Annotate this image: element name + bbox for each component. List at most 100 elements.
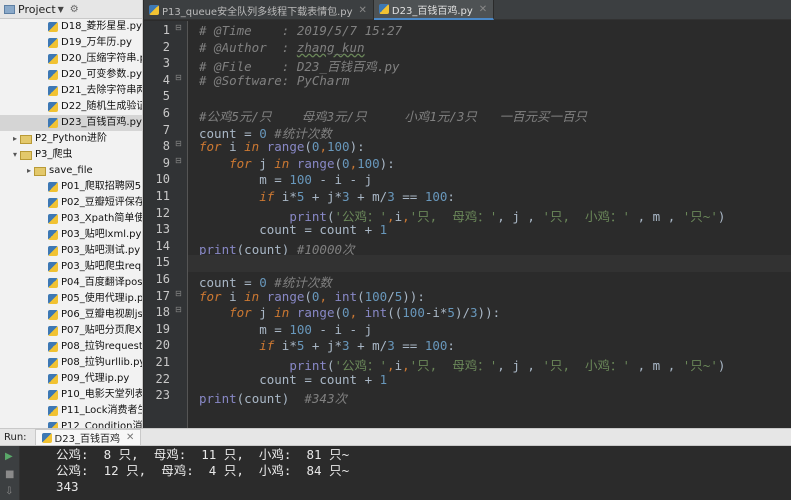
chevron-right-icon[interactable]: ▸: [10, 131, 20, 147]
tree-file[interactable]: P12_Condition消费者: [0, 419, 142, 428]
tree-file[interactable]: P05_使用代理ip.py: [0, 291, 142, 307]
gutter-row[interactable]: 10: [144, 172, 187, 189]
tree-file[interactable]: P03_Xpath简单使用: [0, 211, 142, 227]
gutter-row[interactable]: 14: [144, 239, 187, 256]
gear-icon[interactable]: ⚙: [70, 4, 79, 15]
code-line[interactable]: print('公鸡：',i,'只, 母鸡：', j , '只, 小鸡：' , m…: [188, 355, 791, 373]
gutter-row[interactable]: 20: [144, 338, 187, 355]
code-line[interactable]: count = count + 1: [188, 222, 791, 239]
close-icon[interactable]: ✕: [126, 432, 134, 443]
rerun-icon[interactable]: ▶: [5, 451, 13, 462]
tree-folder[interactable]: ▸ P2_Python进阶: [0, 131, 142, 147]
code-line[interactable]: for i in range(0,100):: [188, 139, 791, 156]
code-line[interactable]: if i*5 + j*3 + m/3 == 100:: [188, 338, 791, 355]
tree-file[interactable]: D22_随机生成验证码: [0, 99, 142, 115]
code-line[interactable]: # @Author : zhang_kun: [188, 40, 791, 57]
tree-item-label: D22_随机生成验证码: [61, 101, 142, 112]
tree-file[interactable]: P07_贴吧分页爬Xpath: [0, 323, 142, 339]
chevron-down-icon[interactable]: ▾: [10, 147, 20, 163]
code-line[interactable]: for j in range(0, int((100-i*5)/3)):: [188, 305, 791, 322]
tree-file[interactable]: P09_代理ip.py: [0, 371, 142, 387]
code-line[interactable]: if i*5 + j*3 + m/3 == 100:: [188, 189, 791, 206]
gutter-row[interactable]: 1 ⊟: [144, 23, 187, 40]
gutter-row[interactable]: 16: [144, 272, 187, 289]
gutter-row[interactable]: 11: [144, 189, 187, 206]
tree-file[interactable]: P03_贴吧lxml.py: [0, 227, 142, 243]
tree-file[interactable]: P08_拉钩urllib.py: [0, 355, 142, 371]
gutter-row[interactable]: 9 ⊟: [144, 156, 187, 173]
stop-icon[interactable]: ■: [5, 469, 14, 480]
code-line[interactable]: for j in range(0,100):: [188, 156, 791, 173]
console-output[interactable]: 公鸡: 8 只, 母鸡: 11 只, 小鸡: 81 只~ 公鸡: 12 只, 母鸡…: [56, 447, 791, 495]
tree-file[interactable]: P06_豆瓣电视剧json: [0, 307, 142, 323]
tree-file[interactable]: P03_贴吧爬虫requests: [0, 259, 142, 275]
fold-icon[interactable]: ⊟: [175, 156, 182, 165]
code-line[interactable]: [188, 89, 791, 106]
gutter-row[interactable]: 4 ⊟: [144, 73, 187, 90]
gutter-row[interactable]: 8 ⊟: [144, 139, 187, 156]
code-line[interactable]: # @File : D23_百钱百鸡.py: [188, 56, 791, 74]
code-line[interactable]: print('公鸡：',i,'只, 母鸡：', j , '只, 小鸡：' , m…: [188, 206, 791, 224]
code-line[interactable]: count = count + 1: [188, 372, 791, 389]
gutter-row[interactable]: 3: [144, 56, 187, 73]
gutter-row[interactable]: 22: [144, 372, 187, 389]
gutter-row[interactable]: 19: [144, 322, 187, 339]
tree-file[interactable]: D20_可变参数.py: [0, 67, 142, 83]
fold-icon[interactable]: ⊟: [175, 23, 182, 32]
code-line[interactable]: [188, 255, 791, 272]
code-line[interactable]: count = 0 #统计次数: [188, 123, 791, 141]
code-token: (: [304, 288, 312, 304]
chevron-down-icon[interactable]: ▼: [58, 5, 64, 14]
tree-file[interactable]: P03_贴吧测试.py: [0, 243, 142, 259]
gutter-row[interactable]: 7: [144, 123, 187, 140]
code-line[interactable]: # @Time : 2019/5/7 15:27: [188, 23, 791, 40]
tree-file[interactable]: P02_豆瓣短评保存.py: [0, 195, 142, 211]
gutter-row[interactable]: 18 ⊟: [144, 305, 187, 322]
gutter-row[interactable]: 12: [144, 206, 187, 223]
tree-file[interactable]: D23_百钱百鸡.py: [0, 115, 142, 131]
gutter-row[interactable]: 5: [144, 89, 187, 106]
gutter-row[interactable]: 17 ⊟: [144, 289, 187, 306]
editor-tab[interactable]: P13_queue安全队列多线程下载表情包.py ✕: [144, 0, 374, 20]
chevron-right-icon[interactable]: ▸: [24, 163, 34, 179]
project-panel-header[interactable]: Project ▼ ⚙: [0, 0, 142, 19]
code-line[interactable]: m = 100 - i - j: [188, 322, 791, 339]
gutter-row[interactable]: 23: [144, 388, 187, 405]
fold-icon[interactable]: ⊟: [175, 305, 182, 314]
gutter-row[interactable]: 21: [144, 355, 187, 372]
tree-folder[interactable]: ▸ save_file: [0, 163, 142, 179]
gutter-row[interactable]: 15: [144, 255, 187, 272]
tree-file[interactable]: P04_百度翻译post请求: [0, 275, 142, 291]
code-line[interactable]: # @Software: PyCharm: [188, 73, 791, 90]
code-line[interactable]: m = 100 - i - j: [188, 172, 791, 189]
tree-file[interactable]: P11_Lock消费者生产者: [0, 403, 142, 419]
close-icon[interactable]: ✕: [359, 5, 367, 16]
code-area[interactable]: # @Time : 2019/5/7 15:27 # @Author : zhan…: [188, 21, 791, 428]
gutter-row[interactable]: 13: [144, 222, 187, 239]
code-line[interactable]: for i in range(0, int(100/5)):: [188, 289, 791, 306]
tree-file[interactable]: P10_电影天堂列表页: [0, 387, 142, 403]
tree-file[interactable]: P01_爬取招聘网51job: [0, 179, 142, 195]
fold-icon[interactable]: ⊟: [175, 73, 182, 82]
tree-file[interactable]: P08_拉钩requests.py: [0, 339, 142, 355]
code-line[interactable]: print(count) #10000次: [188, 239, 791, 257]
fold-icon[interactable]: ⊟: [175, 139, 182, 148]
tree-file[interactable]: D18_菱形星星.py: [0, 19, 142, 35]
close-icon[interactable]: ✕: [479, 4, 487, 15]
tree-item-label: D18_菱形星星.py: [61, 21, 142, 32]
code-editor[interactable]: 1 ⊟ 2 3 4 ⊟ 5 6 7 8 ⊟ 9 ⊟ 10 11 12 13 14 15 16 17 ⊟ 18 ⊟ 19 20 21 2…: [144, 21, 791, 428]
tree-file[interactable]: D20_压缩字符串.py: [0, 51, 142, 67]
code-line[interactable]: #公鸡5元/只 母鸡3元/只 小鸡1元/3只 一百元买一百只: [188, 106, 791, 124]
gutter-row[interactable]: 2: [144, 40, 187, 57]
gutter-row[interactable]: 6: [144, 106, 187, 123]
tree-folder[interactable]: ▾ P3_爬虫: [0, 147, 142, 163]
fold-icon[interactable]: ⊟: [175, 289, 182, 298]
tree-file[interactable]: D21_去除字符串两端: [0, 83, 142, 99]
editor-tab[interactable]: D23_百钱百鸡.py ✕: [373, 0, 495, 20]
tree-file[interactable]: D19_万年历.py: [0, 35, 142, 51]
run-tab[interactable]: D23_百钱百鸡 ✕: [34, 429, 142, 445]
code-line[interactable]: print(count) #343次: [188, 388, 791, 406]
scroll-down-icon[interactable]: ⇩: [5, 486, 13, 497]
code-line[interactable]: count = 0 #统计次数: [188, 272, 791, 290]
